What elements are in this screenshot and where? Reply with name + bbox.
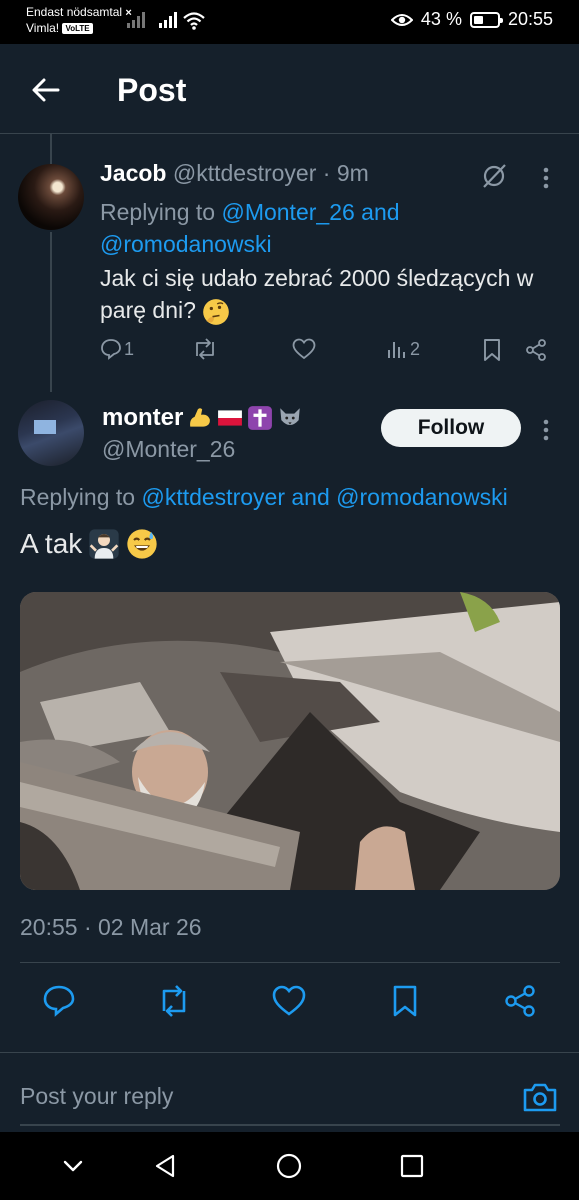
recents-square-icon[interactable] <box>398 1152 426 1180</box>
tweet-timestamp[interactable]: 20:55 · 02 Mar 26 <box>20 914 202 941</box>
author-handle[interactable]: @Monter_26 <box>102 436 235 463</box>
dot-separator: · <box>322 160 331 186</box>
poland-flag-emoji <box>218 410 243 426</box>
replying-to: Replying to @kttdestroyer and @romodanow… <box>20 484 508 511</box>
divider <box>20 962 560 963</box>
latin-cross-emoji <box>248 406 273 430</box>
share-icon <box>526 339 546 361</box>
reply-underline <box>20 1124 560 1126</box>
reply-bar <box>0 1052 579 1132</box>
bookmark-icon[interactable] <box>388 984 422 1018</box>
grok-icon[interactable] <box>480 162 508 190</box>
view-count: 2 <box>410 338 421 359</box>
avatar-jacob[interactable] <box>18 164 84 230</box>
retweet-icon <box>196 338 214 360</box>
system-nav-bar <box>0 1132 579 1200</box>
wolf-emoji <box>280 408 301 426</box>
battery-fill <box>473 15 484 24</box>
replying-prefix: Replying to <box>100 199 216 225</box>
person-shrugging-emoji <box>89 529 119 559</box>
mention-romodanowski[interactable]: @romodanowski <box>336 484 508 510</box>
page-header: Post <box>0 44 579 134</box>
author-handle[interactable]: @kttdestroyer <box>173 160 317 186</box>
parent-tweet-header: Jacob @kttdestroyer · 9m <box>100 160 369 187</box>
share-icon[interactable] <box>503 984 537 1018</box>
retweet-action[interactable] <box>192 338 220 360</box>
carrier-line1: Endast nödsamtal <box>26 5 123 19</box>
bookmark-action[interactable] <box>482 338 502 362</box>
volte-badge: VoLTE <box>62 23 93 35</box>
page-title: Post <box>117 72 187 108</box>
more-options-icon[interactable] <box>536 164 556 192</box>
reply-count: 1 <box>124 338 135 359</box>
carrier-info: Endast nödsamtal × Vimla! VoLTE <box>26 5 132 36</box>
carrier-line2: Vimla! <box>26 21 60 35</box>
views-icon <box>388 342 405 358</box>
author-name[interactable]: monter <box>102 404 183 432</box>
media-image <box>20 592 560 890</box>
avatar-monter[interactable] <box>18 400 84 466</box>
clock: 20:55 <box>507 9 553 29</box>
heart-icon[interactable] <box>272 984 306 1018</box>
mention-romodanowski[interactable]: @romodanowski <box>100 231 272 257</box>
avatar-screen <box>34 420 56 434</box>
wifi-icon <box>183 12 205 30</box>
main-tweet-text: A tak <box>20 528 158 560</box>
tweet-text: A tak <box>20 528 83 559</box>
arrow-left-icon[interactable] <box>28 72 64 108</box>
reply-input[interactable] <box>20 1083 480 1110</box>
replying-to: Replying to @Monter_26 and @romodanowski <box>100 196 460 260</box>
status-right: 43 % 20:55 <box>390 9 553 30</box>
mention-monter[interactable]: @Monter_26 <box>221 199 354 225</box>
battery-icon <box>469 11 503 28</box>
reply-icon[interactable] <box>42 984 76 1018</box>
thinking-face-emoji <box>203 299 230 325</box>
battery-percent: 43 % <box>420 9 462 29</box>
thread-line <box>50 232 52 392</box>
tweet-media[interactable] <box>20 592 560 890</box>
reply-action[interactable]: 1 <box>100 338 134 360</box>
like-action[interactable] <box>292 338 318 360</box>
retweet-icon[interactable] <box>157 984 191 1018</box>
author-name[interactable]: Jacob <box>100 160 166 186</box>
mention-and: and <box>361 199 400 225</box>
replying-prefix: Replying to <box>20 484 136 510</box>
reply-icon <box>101 339 121 360</box>
heart-icon <box>292 338 316 360</box>
bookmark-icon <box>484 339 500 361</box>
flexed-biceps-emoji <box>190 408 211 427</box>
signal-icon-2 <box>159 12 177 28</box>
follow-button[interactable]: Follow <box>381 409 521 447</box>
views-action[interactable]: 2 <box>386 338 420 360</box>
signal-icon <box>127 12 145 28</box>
home-circle-icon[interactable] <box>275 1152 303 1180</box>
main-tweet-actions <box>0 980 579 1024</box>
grinning-sweat-emoji <box>127 529 157 559</box>
mention-and: and <box>291 484 330 510</box>
chevron-down-icon[interactable] <box>59 1152 87 1180</box>
more-options-icon[interactable] <box>536 416 556 444</box>
status-bar: Endast nödsamtal × Vimla! VoLTE 43 % 20:… <box>0 0 579 44</box>
eye-icon <box>390 13 413 26</box>
parent-tweet-text: Jak ci się udało zebrać 2000 śledzących … <box>100 262 560 326</box>
thread-line-top <box>50 134 52 164</box>
main-tweet-author: monter <box>102 404 303 432</box>
mention-kttdestroyer[interactable]: @kttdestroyer <box>141 484 285 510</box>
camera-icon[interactable] <box>522 1081 558 1113</box>
share-action[interactable] <box>524 338 548 362</box>
back-triangle-icon[interactable] <box>152 1152 180 1180</box>
tweet-text: Jak ci się udało zebrać 2000 śledzących … <box>100 265 534 323</box>
tweet-age: 9m <box>336 160 369 186</box>
parent-tweet-actions: 1 2 <box>100 338 560 370</box>
